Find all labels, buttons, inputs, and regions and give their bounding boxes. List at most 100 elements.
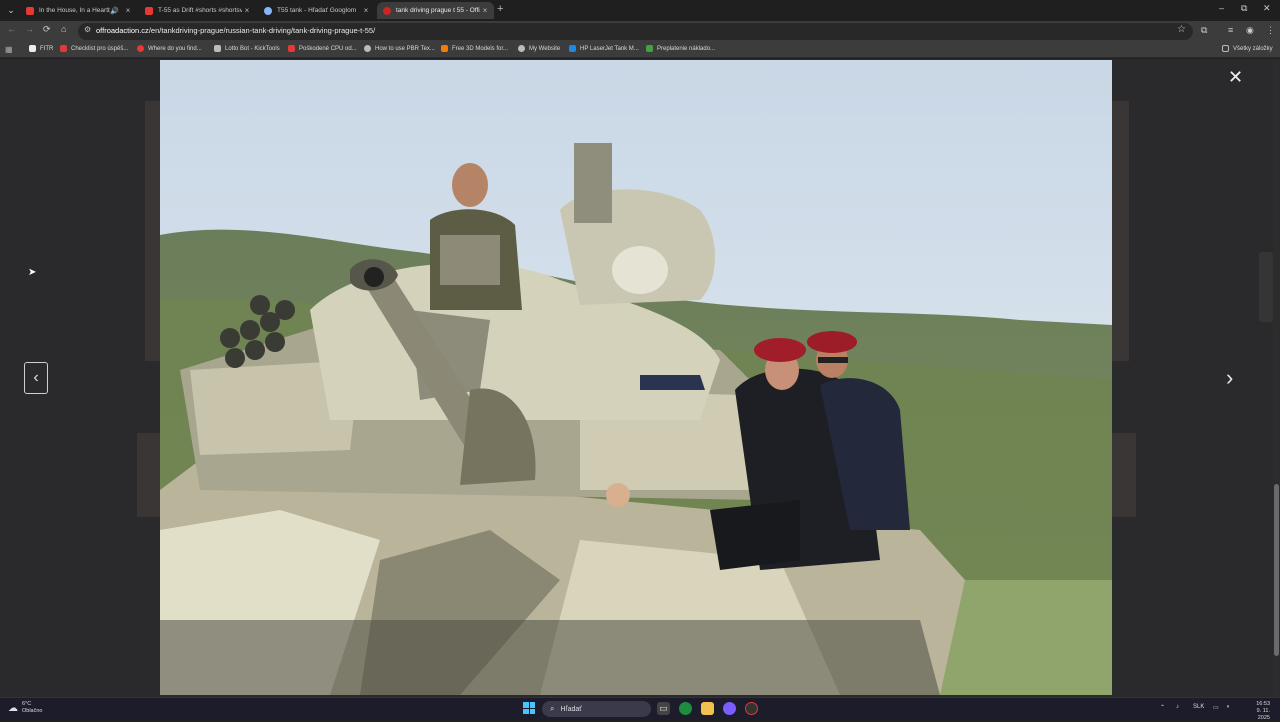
bookmark-item[interactable]: My Website [518,45,560,52]
tab-youtube-2[interactable]: T-55 as Drift #shorts #shortsv... × [139,2,256,19]
bookmark-label: Where do you find... [148,45,202,52]
weather-temperature: 6°C [22,701,32,707]
close-window-button[interactable]: ✕ [1263,3,1271,14]
tab-strip: ⌄ In the House, In a Heartbeat 🔊 × T-55 … [0,0,1280,21]
tank-photo-image [160,60,1112,695]
bookmark-favicon-icon [137,45,144,52]
start-button[interactable] [523,702,535,714]
background-page-image [1112,433,1136,517]
tab-close-icon[interactable]: × [480,6,490,15]
chrome-icon[interactable] [679,702,692,715]
taskbar-clock[interactable]: 16:53 9. 11. 2025 [1244,701,1270,722]
weather-description: Oblačno [22,708,43,714]
tab-offroadaction[interactable]: tank driving prague t 55 - Offic... × [377,2,494,19]
bookmark-favicon-icon [569,45,576,52]
bookmark-label: How to use PBR Tex... [375,45,435,52]
audio-playing-icon[interactable]: 🔊 [110,7,119,15]
taskbar-search[interactable]: ⌕ Hľadať [542,701,651,717]
volume-icon[interactable]: ◖ [1226,704,1230,710]
bookmark-item[interactable]: How to use PBR Tex... [364,45,435,52]
minimize-button[interactable]: – [1219,3,1224,13]
site-info-icon[interactable]: ⚙ [84,25,91,34]
bookmark-item[interactable]: Poškodené CPU od... [288,45,357,52]
forward-button[interactable]: → [25,24,34,34]
bookmark-label: Checklist pro úspěš... [71,45,129,52]
url-path: /en/tankdriving-prague/russian-tank-driv… [148,26,376,35]
bookmark-label: Free 3D Models for... [452,45,509,52]
bookmark-favicon-icon [288,45,295,52]
sidebar-icon[interactable]: ≡ [1228,25,1233,35]
lightbox-next-button[interactable]: › [1226,365,1233,391]
tab-label: T55 tank - Hľadať Googlom [277,7,357,14]
youtube-favicon-icon [26,6,34,15]
page-scrollbar[interactable] [1273,59,1280,697]
microphone-icon[interactable]: ♪ [1176,704,1179,710]
weather-widget[interactable]: ☁ 6°C Oblačno [8,701,43,715]
apps-grid-icon[interactable]: ▦ [5,45,13,54]
extensions-icon[interactable]: ⧉ [1201,25,1207,36]
app-icon[interactable] [745,702,758,715]
tab-close-icon[interactable]: × [123,6,133,15]
bookmark-item[interactable]: FITR [29,45,53,52]
side-toolbar[interactable] [1259,252,1273,322]
search-placeholder: Hľadať [560,705,582,713]
tray-overflow-icon[interactable]: ⌃ [1160,704,1165,711]
clock-time: 16:53 [1256,701,1270,707]
tab-close-icon[interactable]: × [242,6,252,15]
bookmark-item[interactable]: Checklist pro úspěš... [60,45,128,52]
lightbox-prev-button[interactable]: ‹ [24,362,48,394]
bookmark-label: Poškodené CPU od... [299,45,357,52]
mouse-cursor-icon: ➤ [28,267,37,278]
bookmark-label: Preplatenie náklado... [657,45,716,52]
messenger-icon[interactable] [723,702,736,715]
google-favicon-icon [264,6,272,15]
tab-label: T-55 as Drift #shorts #shortsv... [158,7,242,14]
address-url[interactable]: offroadaction.cz/en/tankdriving-prague/r… [96,26,375,35]
file-explorer-icon[interactable] [701,702,714,715]
bookmark-favicon-icon [518,45,525,52]
reload-button[interactable]: ⟳ [43,24,51,35]
url-domain: offroadaction.cz [96,26,149,35]
tab-search-menu-icon[interactable]: ⌄ [4,3,18,17]
input-language[interactable]: SLK [1193,704,1204,710]
browser-menu-icon[interactable]: ⋮ [1266,25,1275,36]
search-icon: ⌕ [550,704,555,713]
background-page-image [137,433,160,517]
bookmark-label: Všetky záložky [1233,45,1273,52]
tab-youtube-1[interactable]: In the House, In a Heartbeat 🔊 × [20,2,137,19]
bookmark-label: My Website [529,45,561,52]
bookmark-favicon-icon [29,45,36,52]
page-viewport: ✕ ‹ › ➤ [0,59,1280,697]
bookmark-star-icon[interactable]: ☆ [1177,24,1186,35]
lightbox-close-icon[interactable]: ✕ [1228,68,1243,86]
tab-google-search[interactable]: T55 tank - Hľadať Googlom × [258,2,375,19]
maximize-button[interactable]: ⧉ [1241,3,1247,14]
bookmark-favicon-icon [364,45,371,52]
tab-label: tank driving prague t 55 - Offic... [396,7,480,14]
home-button[interactable]: ⌂ [61,24,66,34]
address-bar[interactable]: ⚙ offroadaction.cz/en/tankdriving-prague… [78,23,1193,40]
back-button[interactable]: ← [7,24,16,34]
bookmark-item[interactable]: Lotto Bot - KickTools [214,45,280,52]
tab-close-icon[interactable]: × [361,6,371,15]
bookmark-label: HP LaserJet Tank M... [580,45,639,52]
network-icon[interactable]: ▭ [1213,704,1219,711]
offroadaction-favicon-icon [383,6,391,15]
all-bookmarks-button[interactable]: Všetky záložky [1222,45,1273,52]
background-page-image [145,101,160,361]
bookmark-item[interactable]: HP LaserJet Tank M... [569,45,639,52]
windows-taskbar: ☁ 6°C Oblačno ⌕ Hľadať ▭ ⌃ ♪ SLK ▭ ◖ 16:… [0,697,1280,722]
browser-toolbar: ← → ⟳ ⌂ ⚙ offroadaction.cz/en/tankdrivin… [0,21,1280,42]
bookmark-item[interactable]: Where do you find... [137,45,202,52]
youtube-favicon-icon [145,6,153,15]
bookmark-item[interactable]: Free 3D Models for... [441,45,508,52]
bookmark-item[interactable]: Preplatenie náklado... [646,45,715,52]
new-tab-button[interactable]: + [497,3,503,15]
profile-avatar-icon[interactable]: ◉ [1246,25,1254,36]
bookmark-favicon-icon [441,45,448,52]
lightbox-tank-photo [160,60,1112,695]
bookmark-label: Lotto Bot - KickTools [225,45,280,52]
background-page-image [1112,101,1129,361]
scrollbar-thumb[interactable] [1274,484,1279,656]
task-view-icon[interactable]: ▭ [657,702,670,715]
